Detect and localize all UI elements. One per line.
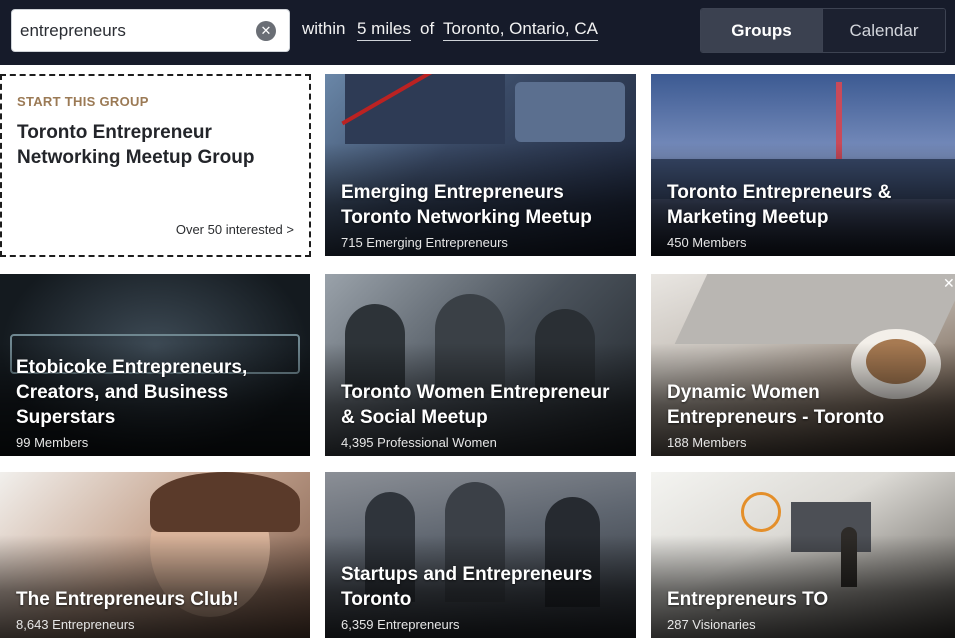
group-members: 287 Visionaries — [667, 617, 756, 632]
groups-tab[interactable]: Groups — [701, 9, 822, 52]
location-dropdown[interactable]: Toronto, Ontario, CA — [443, 19, 598, 41]
of-label: of — [420, 19, 435, 38]
group-title[interactable]: Toronto Women Entrepreneur & Social Meet… — [341, 380, 624, 430]
search-box[interactable]: ✕ — [11, 9, 290, 52]
group-members: 6,359 Entrepreneurs — [341, 617, 460, 632]
photo-shape — [515, 82, 625, 142]
group-title[interactable]: Toronto Entrepreneurs & Marketing Meetup — [667, 180, 943, 230]
interest-count-link[interactable]: Over 50 interested > — [176, 222, 294, 237]
top-bar: ✕ within 5 miles of Toronto, Ontario, CA… — [0, 0, 955, 65]
distance-value[interactable]: 5 miles — [357, 19, 411, 41]
group-members: 188 Members — [667, 435, 747, 450]
group-title[interactable]: Dynamic Women Entrepreneurs - Toronto — [667, 380, 943, 430]
group-card[interactable]: Toronto Women Entrepreneur & Social Meet… — [325, 274, 636, 456]
group-title[interactable]: Entrepreneurs TO — [667, 587, 943, 612]
dismiss-close-icon[interactable]: ✕ — [943, 276, 955, 290]
group-title[interactable]: Etobicoke Entrepreneurs, Creators, and B… — [16, 355, 298, 430]
group-title[interactable]: The Entrepreneurs Club! — [16, 587, 298, 612]
distance-dropdown[interactable]: 5 miles — [357, 19, 411, 41]
group-members: 8,643 Entrepreneurs — [16, 617, 135, 632]
group-members: 99 Members — [16, 435, 89, 450]
start-group-title[interactable]: Toronto Entrepreneur Networking Meetup G… — [17, 120, 287, 170]
search-input[interactable] — [20, 10, 250, 51]
group-title[interactable]: Emerging Entrepreneurs Toronto Networkin… — [341, 180, 624, 230]
group-card[interactable]: Dynamic Women Entrepreneurs - Toronto 18… — [651, 274, 955, 456]
group-members: 4,395 Professional Women — [341, 435, 497, 450]
photo-shape — [741, 492, 781, 532]
within-label: within — [302, 19, 346, 38]
clear-search-icon[interactable]: ✕ — [256, 21, 276, 41]
group-card[interactable]: The Entrepreneurs Club! 8,643 Entreprene… — [0, 472, 310, 638]
start-group-label: START THIS GROUP — [17, 94, 149, 109]
group-members: 715 Emerging Entrepreneurs — [341, 235, 508, 250]
group-card[interactable]: Entrepreneurs TO 287 Visionaries — [651, 472, 955, 638]
view-toggle: Groups Calendar — [700, 8, 946, 53]
group-card[interactable]: Startups and Entrepreneurs Toronto 6,359… — [325, 472, 636, 638]
calendar-tab[interactable]: Calendar — [822, 9, 945, 52]
location-value[interactable]: Toronto, Ontario, CA — [443, 19, 598, 41]
photo-shape — [150, 472, 300, 532]
group-title[interactable]: Startups and Entrepreneurs Toronto — [341, 562, 624, 612]
group-card[interactable]: Emerging Entrepreneurs Toronto Networkin… — [325, 74, 636, 256]
start-group-card[interactable]: START THIS GROUP Toronto Entrepreneur Ne… — [0, 74, 311, 257]
group-card[interactable]: Etobicoke Entrepreneurs, Creators, and B… — [0, 274, 310, 456]
group-card[interactable]: Toronto Entrepreneurs & Marketing Meetup… — [651, 74, 955, 256]
group-members: 450 Members — [667, 235, 747, 250]
